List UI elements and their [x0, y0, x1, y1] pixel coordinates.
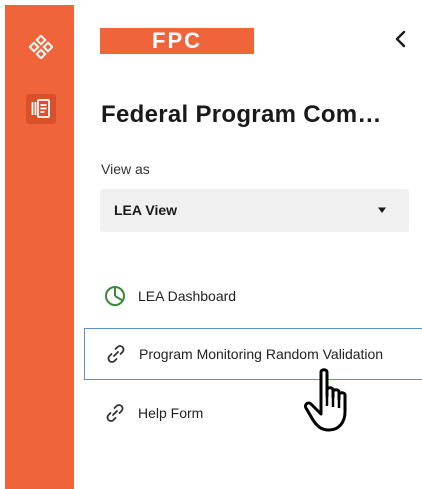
view-as-label: View as — [101, 161, 150, 177]
app-frame: FPC Federal Program Com… View as LEA Vie… — [0, 0, 422, 489]
brand-logo: FPC — [100, 28, 254, 54]
nav-item-program-monitoring[interactable]: Program Monitoring Random Validation — [84, 328, 422, 380]
view-as-value: LEA View — [114, 202, 178, 218]
caret-down-icon — [378, 207, 386, 213]
link-icon — [106, 404, 124, 422]
nav-item-label: Program Monitoring Random Validation — [139, 346, 384, 362]
hand-pointer-cursor-icon — [304, 368, 347, 432]
nav-item-help-form[interactable]: Help Form — [84, 387, 422, 439]
diamond-grid-icon — [28, 34, 54, 60]
view-as-select[interactable]: LEA View — [100, 189, 409, 232]
icon-rail — [5, 5, 74, 489]
nav-item-label: Help Form — [138, 405, 204, 421]
nav-item-lea-dashboard[interactable]: LEA Dashboard — [84, 270, 422, 322]
rail-item-documents[interactable] — [26, 94, 56, 124]
page-title: Federal Program Com… — [101, 101, 382, 128]
rail-item-apps[interactable] — [28, 34, 54, 60]
document-list-icon — [31, 99, 50, 118]
chevron-left-icon — [395, 30, 406, 48]
nav-item-label: LEA Dashboard — [138, 288, 237, 304]
link-icon — [107, 345, 125, 363]
collapse-button[interactable] — [392, 29, 410, 49]
pie-chart-icon — [105, 286, 125, 306]
